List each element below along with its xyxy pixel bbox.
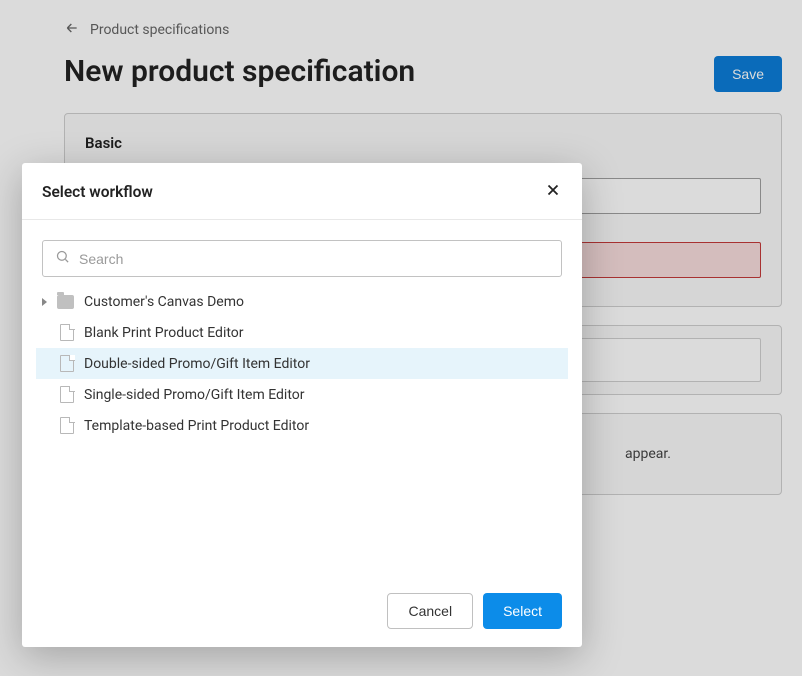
close-icon bbox=[544, 181, 562, 203]
folder-icon bbox=[57, 295, 74, 309]
tree-folder[interactable]: Customer's Canvas Demo bbox=[36, 287, 568, 317]
workflow-tree: Customer's Canvas Demo Blank Print Produ… bbox=[22, 285, 582, 441]
tree-item-label: Template-based Print Product Editor bbox=[84, 418, 309, 434]
modal-header: Select workflow bbox=[22, 163, 582, 220]
select-workflow-modal: Select workflow Customer's Can bbox=[22, 163, 582, 647]
file-icon bbox=[60, 386, 74, 403]
tree-item-label: Single-sided Promo/Gift Item Editor bbox=[84, 387, 305, 403]
tree-item[interactable]: Template-based Print Product Editor bbox=[36, 410, 568, 441]
tree-item[interactable]: Blank Print Product Editor bbox=[36, 317, 568, 348]
close-button[interactable] bbox=[544, 181, 562, 203]
tree-item[interactable]: Double-sided Promo/Gift Item Editor bbox=[36, 348, 568, 379]
search-input[interactable] bbox=[79, 251, 549, 267]
chevron-right-icon bbox=[42, 298, 47, 306]
cancel-button[interactable]: Cancel bbox=[387, 593, 473, 629]
tree-item-label: Blank Print Product Editor bbox=[84, 325, 244, 341]
search-box[interactable] bbox=[42, 240, 562, 277]
file-icon bbox=[60, 417, 74, 434]
modal-title: Select workflow bbox=[42, 183, 153, 201]
tree-item-label: Double-sided Promo/Gift Item Editor bbox=[84, 356, 310, 372]
file-icon bbox=[60, 355, 74, 372]
search-icon bbox=[55, 249, 70, 268]
folder-label: Customer's Canvas Demo bbox=[84, 294, 244, 310]
file-icon bbox=[60, 324, 74, 341]
modal-footer: Cancel Select bbox=[22, 579, 582, 647]
select-button[interactable]: Select bbox=[483, 593, 562, 629]
modal-body: Customer's Canvas Demo Blank Print Produ… bbox=[22, 220, 582, 579]
tree-item[interactable]: Single-sided Promo/Gift Item Editor bbox=[36, 379, 568, 410]
